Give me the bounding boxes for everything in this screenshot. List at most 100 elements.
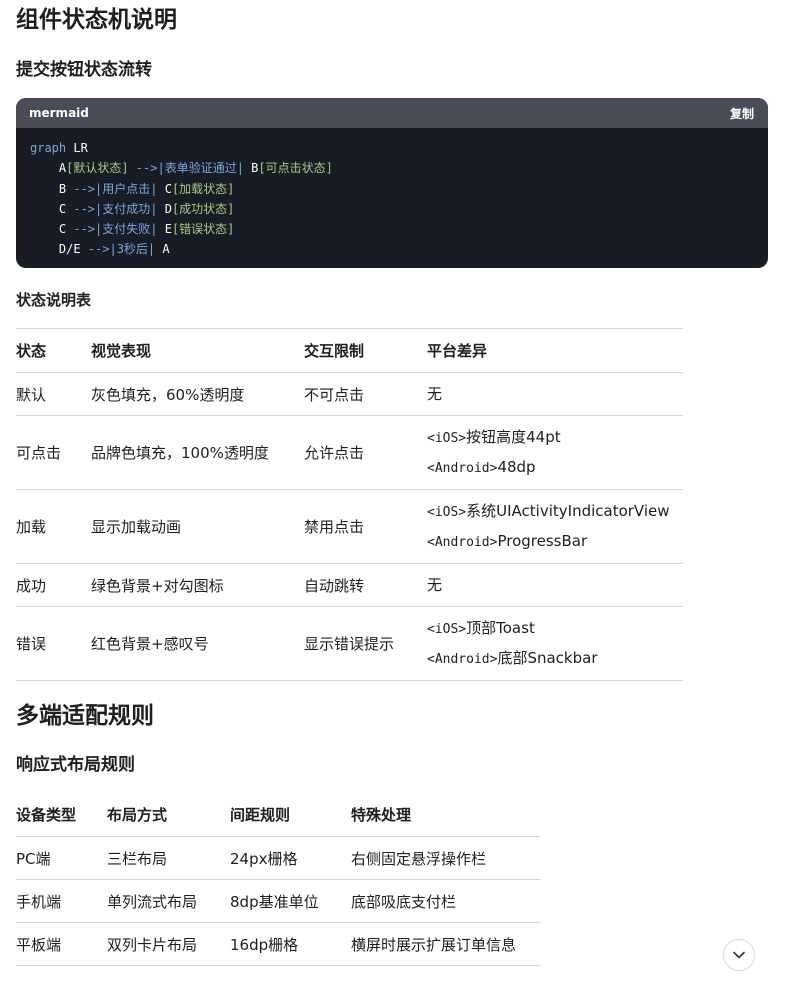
platform-tag: <Android> — [427, 460, 498, 476]
code-token: -->|3秒后| — [80, 242, 163, 257]
table-cell-visual: 红色背景+感叹号 — [91, 635, 209, 653]
code-token: -->|用户点击| — [66, 181, 165, 196]
table-row: 平板端 双列卡片布局 16dp栅格 横屏时展示扩展订单信息 — [16, 923, 540, 966]
code-token: [默认状态] — [66, 161, 129, 176]
code-line: C -->|支付成功| D[成功状态] — [30, 199, 754, 219]
table-cell-platform: <iOS>顶部Toast <Android>底部Snackbar — [427, 607, 683, 681]
table-cell-state: 加载 — [16, 518, 47, 536]
platform-note: <iOS>系统UIActivityIndicatorView — [427, 497, 683, 527]
table-header-row: 状态 视觉表现 交互限制 平台差异 — [16, 329, 683, 373]
platform-tag: <iOS> — [427, 504, 467, 520]
code-content: graph LR A[默认状态] -->|表单验证通过| B[可点击状态] B … — [16, 128, 768, 260]
code-line: C -->|支付失败| E[错误状态] — [30, 219, 754, 239]
table-cell-visual: 绿色背景+对勾图标 — [91, 576, 224, 595]
code-token: B — [30, 181, 67, 196]
platform-text: 顶部Toast — [466, 618, 535, 637]
section-heading-submit-flow: 提交按钮状态流转 — [16, 60, 152, 80]
code-token: D/E — [30, 242, 81, 257]
platform-note: <Android>底部Snackbar — [427, 644, 683, 674]
chevron-down-icon — [733, 951, 745, 959]
table-row: PC端 三栏布局 24px栅格 右侧固定悬浮操作栏 — [16, 837, 540, 880]
code-token: D — [164, 201, 172, 216]
table-cell-platform: 无 — [427, 564, 683, 607]
platform-note: <iOS>顶部Toast — [427, 614, 683, 644]
code-token: C — [30, 222, 67, 237]
platform-tag: <iOS> — [427, 621, 467, 637]
column-header: 间距规则 — [230, 806, 291, 824]
table-cell-interaction: 禁用点击 — [304, 518, 365, 536]
table-cell-interaction: 不可点击 — [304, 385, 365, 404]
code-token: -->|支付成功| — [66, 201, 165, 216]
table-row: 成功 绿色背景+对勾图标 自动跳转 无 — [16, 564, 683, 607]
table-row: 手机端 单列流式布局 8dp基准单位 底部吸底支付栏 — [16, 880, 540, 923]
column-header: 布局方式 — [107, 806, 168, 824]
code-token: [可点击状态] — [258, 161, 333, 176]
platform-tag: <Android> — [427, 534, 498, 550]
table-cell-platform: <iOS>系统UIActivityIndicatorView <Android>P… — [427, 490, 683, 564]
copy-button[interactable]: 复制 — [730, 105, 754, 122]
table-cell-state: 默认 — [16, 385, 47, 404]
table-cell: PC端 — [16, 849, 51, 868]
platform-tag: <iOS> — [427, 430, 467, 446]
section-title-multi-platform: 多端适配规则 — [16, 703, 154, 729]
platform-text: 无 — [427, 384, 443, 403]
table-cell-state: 可点击 — [16, 444, 62, 462]
table-row: 错误 红色背景+感叹号 显示错误提示 <iOS>顶部Toast <Android>底部S… — [16, 607, 683, 681]
section-heading-responsive: 响应式布局规则 — [16, 755, 135, 775]
code-token: LR — [66, 141, 88, 155]
table-cell: 双列卡片布局 — [107, 935, 198, 954]
platform-note: <Android>ProgressBar — [427, 527, 683, 557]
table-row: 默认 灰色填充，60%透明度 不可点击 无 — [16, 373, 683, 416]
code-token: -->|表单验证通过| — [128, 161, 252, 176]
table-cell: 平板端 — [16, 935, 62, 954]
table-cell: 16dp栅格 — [230, 935, 299, 954]
table-header-row: 设备类型 布局方式 间距规则 特殊处理 — [16, 793, 540, 837]
platform-text: 系统UIActivityIndicatorView — [466, 501, 670, 520]
table-cell: 手机端 — [16, 892, 62, 911]
column-header: 视觉表现 — [91, 342, 152, 360]
column-header: 设备类型 — [16, 806, 77, 824]
platform-tag: <Android> — [427, 651, 498, 667]
table-cell-visual: 品牌色填充，100%透明度 — [91, 444, 269, 462]
code-line: D/E -->|3秒后| A — [30, 239, 754, 259]
status-table: 状态 视觉表现 交互限制 平台差异 默认 灰色填充，60%透明度 不可点击无可点击品… — [16, 328, 683, 681]
table-row: 可点击 品牌色填充，100%透明度 允许点击 <iOS>按钮高度44pt <Androi… — [16, 416, 683, 490]
table-cell: 三栏布局 — [107, 849, 168, 868]
platform-note: <Android>48dp — [427, 453, 683, 483]
code-token: A — [162, 242, 170, 257]
platform-text: 按钮高度44pt — [466, 427, 561, 446]
table-cell: 横屏时展示扩展订单信息 — [351, 935, 517, 954]
section-heading-status-table: 状态说明表 — [16, 291, 92, 309]
platform-note: 无 — [427, 571, 683, 600]
platform-text: 底部Snackbar — [497, 648, 598, 667]
code-token: C — [30, 201, 67, 216]
table-cell-state: 错误 — [16, 635, 47, 653]
code-token: E — [164, 222, 172, 237]
scroll-to-bottom-button[interactable] — [723, 939, 755, 971]
table-cell-platform: 无 — [427, 373, 683, 416]
column-header: 交互限制 — [304, 342, 365, 360]
code-line: graph LR — [30, 138, 754, 158]
table-cell-visual: 灰色填充，60%透明度 — [91, 385, 245, 404]
table-cell: 单列流式布局 — [107, 892, 198, 911]
table-cell: 底部吸底支付栏 — [351, 892, 457, 911]
platform-text: 48dp — [497, 457, 536, 476]
code-token: A — [30, 161, 67, 176]
platform-text: ProgressBar — [497, 531, 588, 550]
table-cell: 8dp基准单位 — [230, 892, 319, 911]
platform-note: 无 — [427, 380, 683, 409]
table-cell: 24px栅格 — [230, 849, 298, 868]
table-cell: 右侧固定悬浮操作栏 — [351, 849, 487, 868]
code-block: mermaid 复制 graph LR A[默认状态] -->|表单验证通过| … — [16, 98, 768, 268]
table-cell-platform: <iOS>按钮高度44pt <Android>48dp — [427, 416, 683, 490]
platform-text: 无 — [427, 575, 443, 594]
table-cell-visual: 显示加载动画 — [91, 518, 182, 536]
table-cell-interaction: 允许点击 — [304, 444, 365, 462]
code-token: [错误状态] — [171, 222, 235, 237]
code-line: B -->|用户点击| C[加载状态] — [30, 179, 754, 199]
page-title: 组件状态机说明 — [16, 7, 177, 33]
column-header: 特殊处理 — [351, 806, 412, 824]
column-header: 平台差异 — [427, 342, 488, 360]
platform-note: <iOS>按钮高度44pt — [427, 423, 683, 453]
table-cell-interaction: 显示错误提示 — [304, 635, 395, 653]
